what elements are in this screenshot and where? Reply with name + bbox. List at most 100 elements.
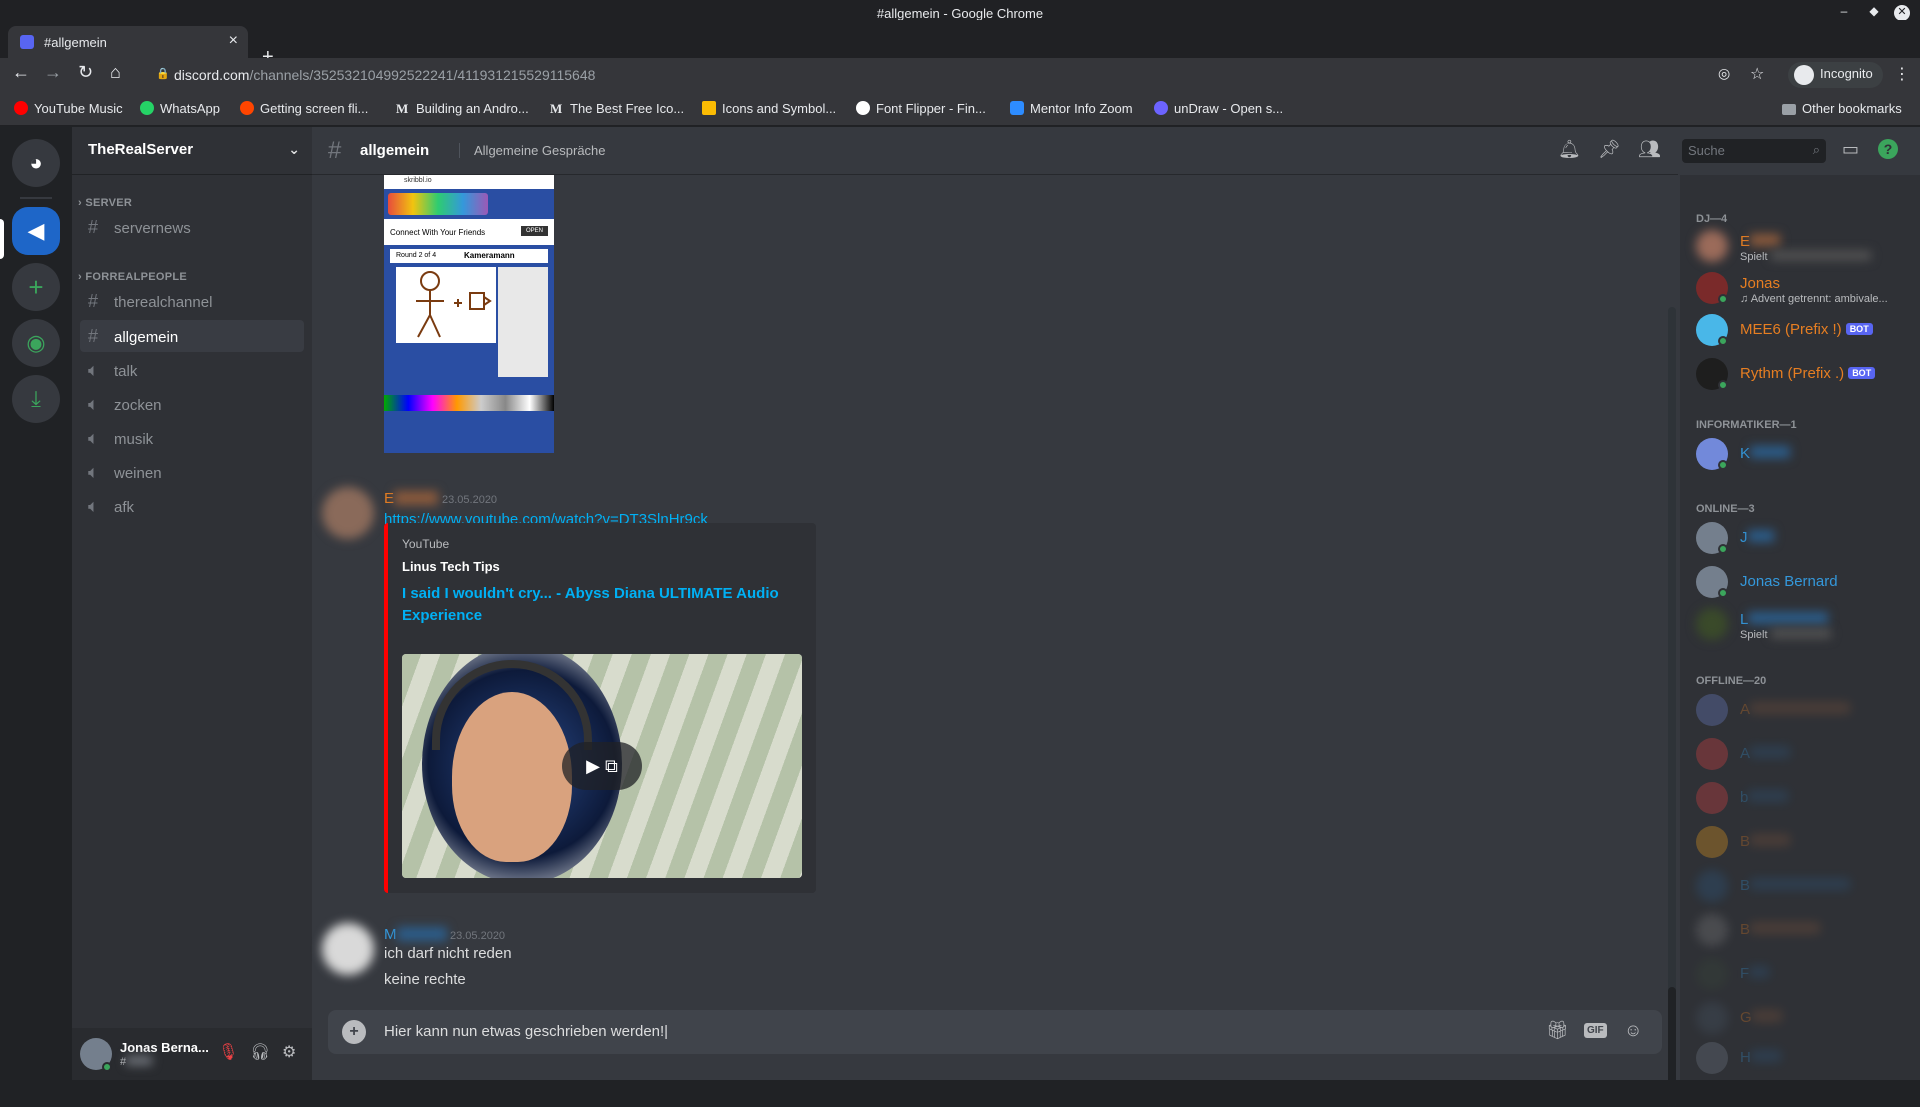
channel-zocken[interactable]: 🔈︎ zocken	[80, 388, 304, 420]
scrollbar-thumb[interactable]	[1668, 987, 1676, 1107]
menu-icon[interactable]: ⋮	[1894, 64, 1910, 84]
member-item[interactable]: Rythm (Prefix .) BOT	[1688, 353, 1912, 395]
redacted-name	[1749, 966, 1770, 978]
member-name-label: MEE6 (Prefix !)	[1740, 321, 1842, 338]
embed-author[interactable]: Linus Tech Tips	[402, 559, 500, 574]
bookmark-icons[interactable]: Icons and Symbol...	[702, 101, 836, 116]
channel-weinen[interactable]: 🔈︎ weinen	[80, 456, 304, 488]
headphones-icon[interactable]: 🎧︎	[250, 1042, 270, 1062]
member-group-title: DJ—4	[1696, 213, 1728, 225]
category-server[interactable]: › SERVER	[78, 197, 132, 209]
gif-icon[interactable]: GIF	[1584, 1023, 1607, 1038]
server-header[interactable]: TheRealServer ⌄	[72, 127, 312, 175]
add-server-icon[interactable]: +	[12, 263, 60, 311]
back-icon[interactable]: ←	[12, 62, 30, 83]
avatar[interactable]	[322, 487, 374, 539]
member-name: Jonas	[1740, 275, 1781, 292]
avatar[interactable]	[322, 923, 374, 975]
bookmark-font-flipper[interactable]: Font Flipper - Fin...	[856, 101, 986, 116]
pin-icon[interactable]: 📌︎	[1598, 139, 1621, 160]
search-input[interactable]: Suche ⌕	[1682, 139, 1826, 163]
image-attachment[interactable]: skribbl.io Connect With Your Friends OPEN…	[384, 175, 554, 453]
explore-icon[interactable]: ◉	[12, 319, 60, 367]
home-icon[interactable]: ⌂	[110, 62, 121, 83]
incognito-icon	[1794, 65, 1814, 85]
browser-tab[interactable]: #allgemein ×	[8, 26, 248, 58]
incognito-indicator[interactable]: Incognito	[1788, 62, 1883, 88]
video-thumbnail[interactable]: ▶ ⧉	[402, 654, 802, 878]
bookmark-undraw[interactable]: unDraw - Open s...	[1154, 101, 1283, 116]
member-item[interactable]: MEE6 (Prefix !) BOT	[1688, 309, 1912, 351]
message-author[interactable]: E	[384, 490, 439, 507]
member-item[interactable]: K	[1688, 433, 1912, 475]
member-item[interactable]: A	[1688, 733, 1912, 775]
member-item[interactable]: Jonas ♫ Advent getrennt: ambivale...	[1688, 267, 1912, 309]
server-icon-therealserver[interactable]: ◀	[12, 207, 60, 255]
member-item[interactable]: H	[1688, 1037, 1912, 1079]
user-tag: #	[120, 1056, 153, 1068]
category-forrealpeople[interactable]: › FORREALPEOPLE	[78, 271, 187, 283]
hash-icon: #	[88, 291, 99, 311]
mute-icon[interactable]: 🎙︎	[218, 1042, 238, 1062]
bookmark-whatsapp[interactable]: WhatsApp	[140, 101, 220, 116]
incognito-label: Incognito	[1820, 66, 1873, 81]
bookmark-medium-2[interactable]: M The Best Free Ico...	[550, 101, 684, 117]
add-attachment-icon[interactable]: +	[342, 1020, 366, 1044]
member-item[interactable]: G	[1688, 997, 1912, 1039]
close-window-button[interactable]: ✕	[1894, 5, 1910, 21]
other-bookmarks[interactable]: Other bookmarks	[1782, 101, 1902, 116]
help-icon[interactable]: ?	[1878, 139, 1898, 159]
member-activity: Spielt	[1740, 251, 1871, 263]
member-item[interactable]: J	[1688, 517, 1912, 559]
avatar	[1696, 958, 1728, 990]
address-bar[interactable]: 🔒 discord.com/channels/35253210499252224…	[152, 63, 1672, 89]
member-item[interactable]: B	[1688, 909, 1912, 951]
member-item[interactable]: A	[1688, 689, 1912, 731]
star-icon[interactable]: ☆	[1750, 64, 1764, 84]
forward-icon[interactable]: →	[44, 62, 62, 83]
other-bookmarks-label: Other bookmarks	[1802, 101, 1902, 116]
channel-musik[interactable]: 🔈︎ musik	[80, 422, 304, 454]
bookmark-reddit[interactable]: Getting screen fli...	[240, 101, 368, 116]
close-tab-icon[interactable]: ×	[229, 32, 238, 50]
channel-allgemein[interactable]: # allgemein	[80, 320, 304, 352]
member-item[interactable]: b	[1688, 777, 1912, 819]
inbox-icon[interactable]: ▭	[1842, 139, 1859, 160]
bell-icon[interactable]: 🔔︎	[1558, 139, 1581, 160]
message-list: skribbl.io Connect With Your Friends OPEN…	[312, 175, 1678, 995]
bookmark-youtube-music[interactable]: YouTube Music	[14, 101, 123, 116]
redacted-name	[1751, 1010, 1782, 1022]
members-icon[interactable]: 👥︎	[1638, 139, 1661, 160]
member-item[interactable]: Jonas Bernard	[1688, 561, 1912, 603]
member-item[interactable]: F	[1688, 953, 1912, 995]
member-item[interactable]: L Spielt	[1688, 603, 1912, 645]
download-icon[interactable]: ⤓	[12, 375, 60, 423]
skribbl-round-label: Round 2 of 4	[396, 252, 437, 259]
play-button[interactable]: ▶ ⧉	[562, 742, 642, 790]
avatar	[1696, 230, 1728, 262]
bookmark-zoom[interactable]: Mentor Info Zoom	[1010, 101, 1133, 116]
skribbl-word: Kameramann	[464, 251, 515, 260]
member-item[interactable]: E Spielt	[1688, 225, 1912, 267]
channel-afk[interactable]: 🔈︎ afk	[80, 490, 304, 522]
reload-icon[interactable]: ↻	[78, 62, 93, 83]
message-composer[interactable]: + Hier kann nun etwas geschrieben werden…	[328, 1010, 1662, 1054]
channel-therealchannel[interactable]: # therealchannel	[80, 285, 304, 317]
gear-icon[interactable]: ⚙	[282, 1042, 296, 1062]
member-item[interactable]: B	[1688, 865, 1912, 907]
message-input[interactable]: Hier kann nun etwas geschrieben werden!|	[384, 1023, 668, 1040]
discord-home-icon[interactable]: ◕	[12, 139, 60, 187]
emoji-icon[interactable]: ☺	[1624, 1020, 1642, 1041]
member-item[interactable]: B	[1688, 821, 1912, 863]
gift-icon[interactable]: 🎁︎	[1546, 1020, 1569, 1041]
avatar	[1696, 694, 1728, 726]
member-name: E	[1740, 233, 1781, 250]
scrollbar[interactable]	[1668, 307, 1676, 1107]
member-group-title: OFFLINE—20	[1696, 675, 1767, 687]
message-author[interactable]: M	[384, 926, 447, 943]
channel-talk[interactable]: 🔈︎ talk	[80, 354, 304, 386]
bookmark-medium-1[interactable]: M Building an Andro...	[396, 101, 529, 117]
eye-off-icon[interactable]: ◎	[1718, 65, 1730, 82]
embed-title[interactable]: I said I wouldn't cry... - Abyss Diana U…	[402, 583, 802, 627]
channel-servernews[interactable]: # servernews	[80, 211, 304, 243]
